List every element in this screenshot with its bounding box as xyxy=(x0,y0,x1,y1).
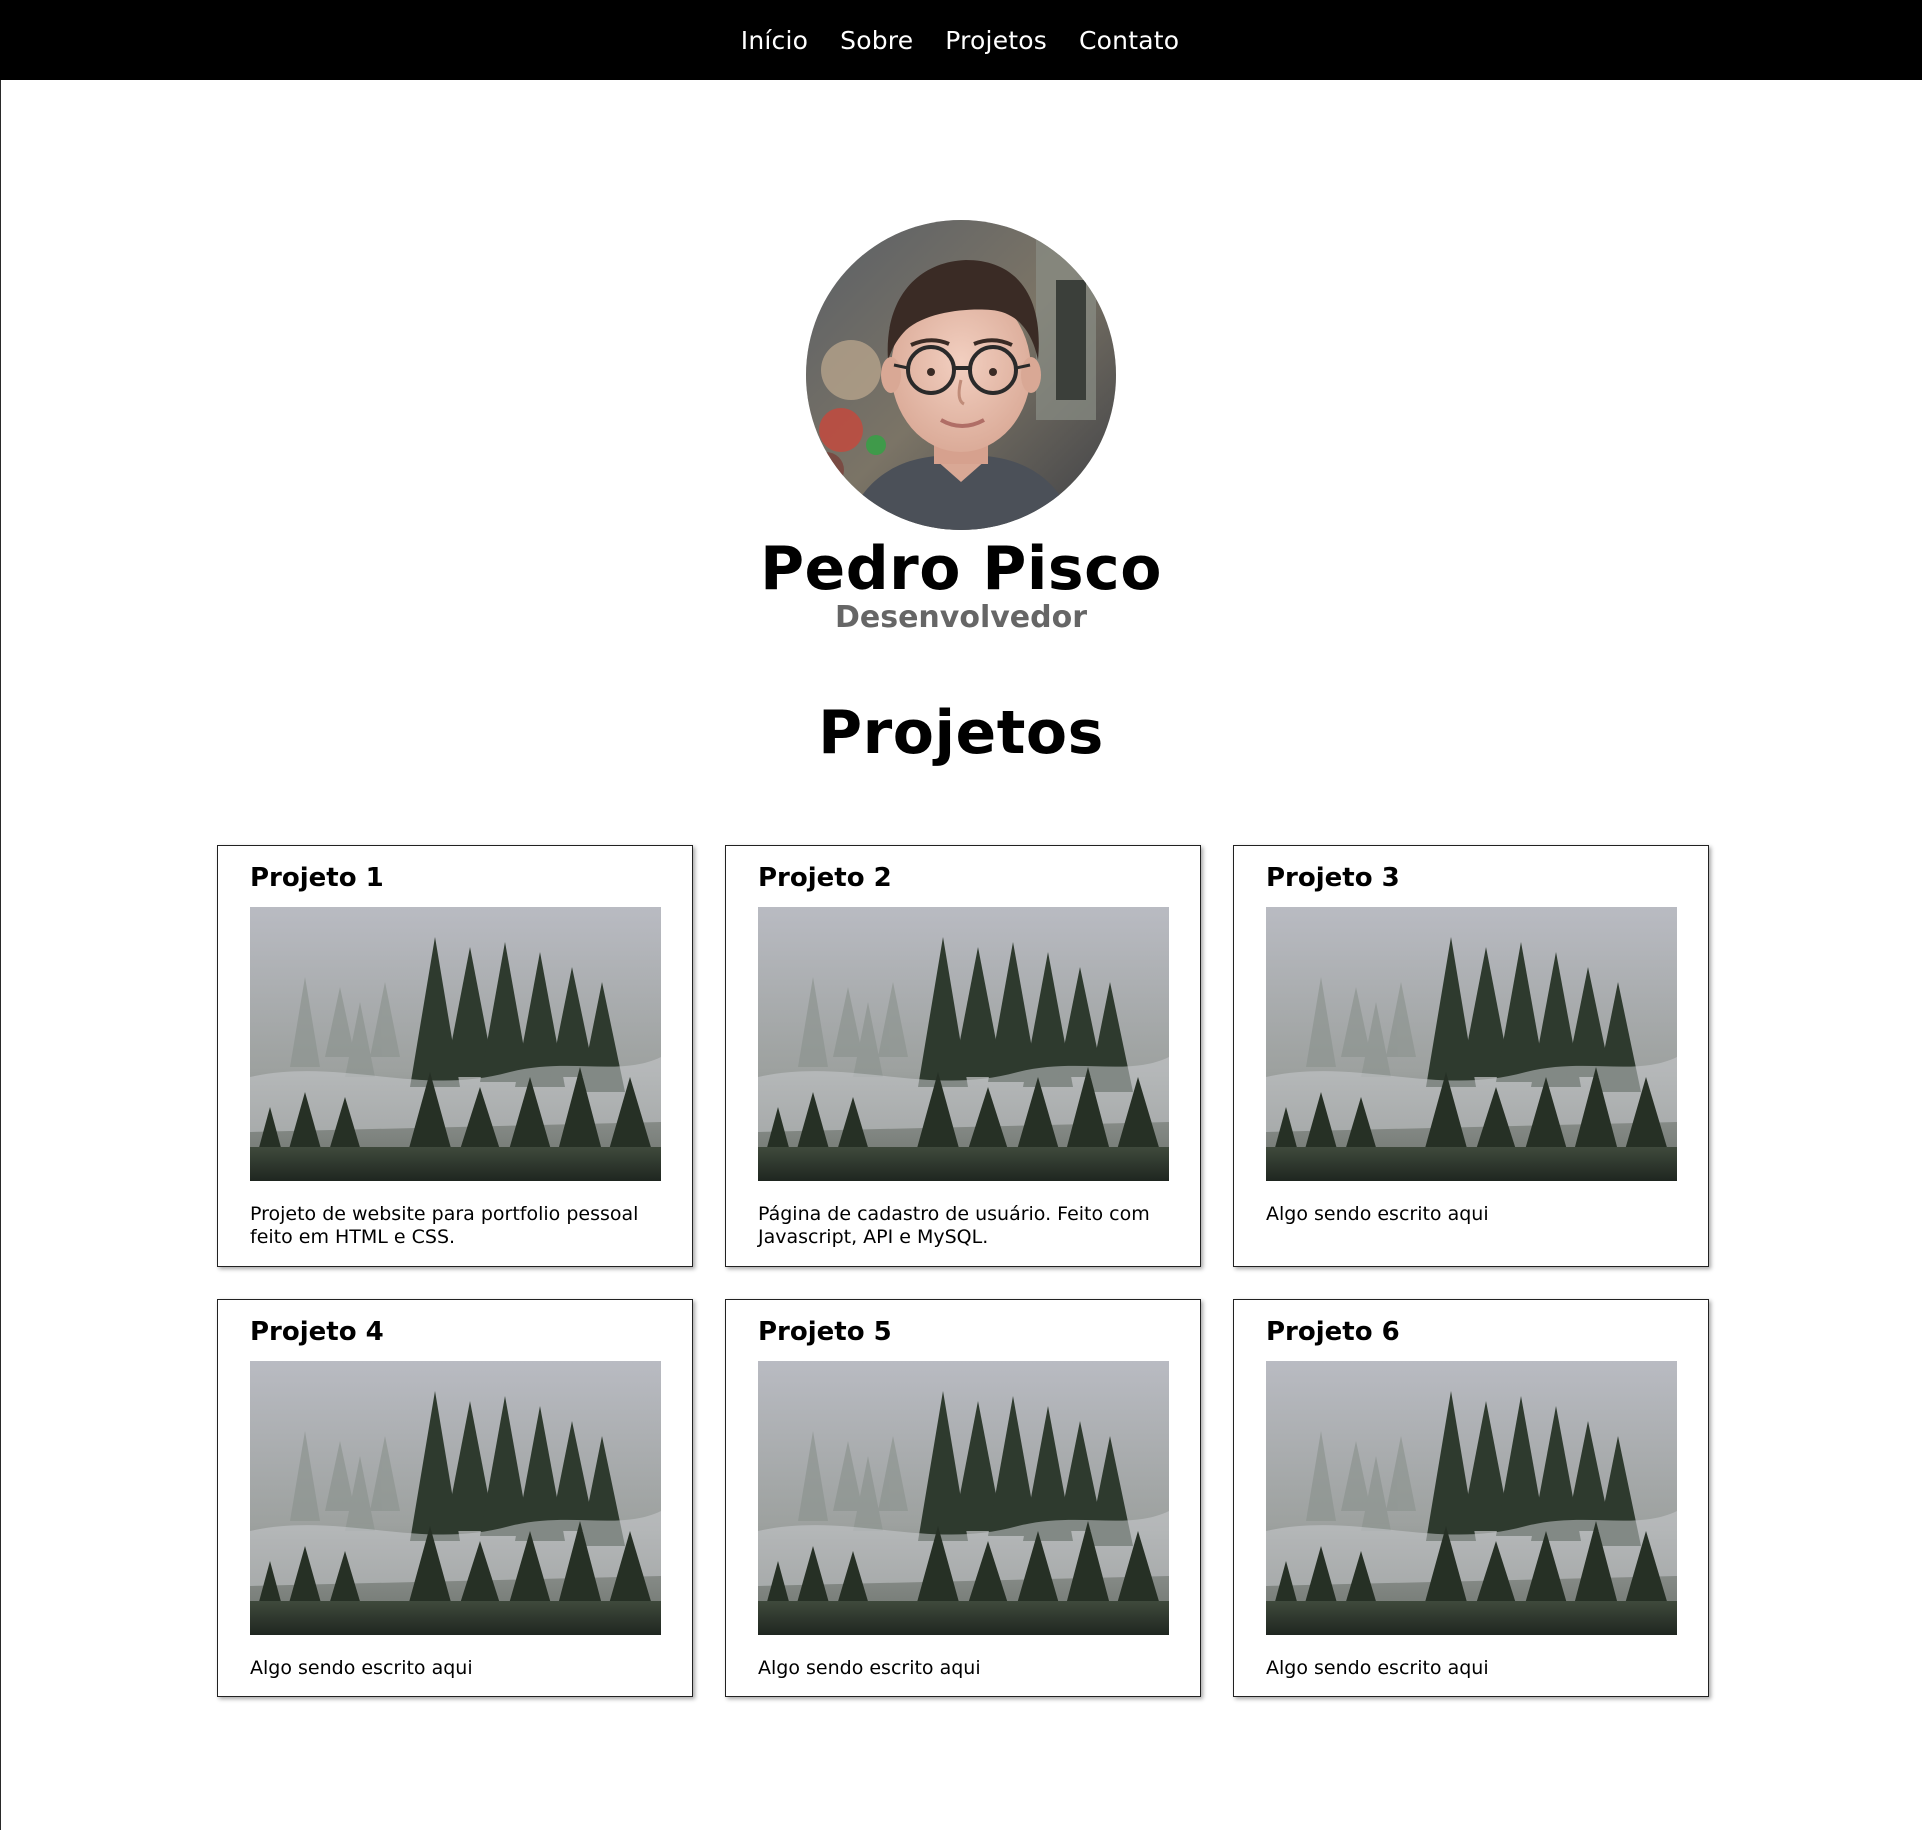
misty-forest-icon xyxy=(758,906,1169,1181)
project-description: Algo sendo escrito aqui xyxy=(758,1656,981,1679)
project-card-3[interactable]: Projeto 3 Algo sendo escrito aqui xyxy=(1233,845,1709,1267)
project-title: Projeto 5 xyxy=(758,1317,892,1347)
nav-link-inicio[interactable]: Início xyxy=(741,26,808,55)
project-description: Algo sendo escrito aqui xyxy=(1266,1202,1489,1225)
project-image xyxy=(250,1360,661,1635)
project-title: Projeto 4 xyxy=(250,1317,384,1347)
project-title: Projeto 6 xyxy=(1266,1317,1400,1347)
misty-forest-icon xyxy=(250,1360,661,1635)
projects-section-title: Projetos xyxy=(818,698,1104,768)
nav-link-contato[interactable]: Contato xyxy=(1079,26,1179,55)
project-description: Algo sendo escrito aqui xyxy=(250,1656,473,1679)
project-image xyxy=(1266,906,1677,1181)
misty-forest-icon xyxy=(250,906,661,1181)
project-image xyxy=(758,906,1169,1181)
profile-role: Desenvolvedor xyxy=(834,600,1088,635)
project-card-6[interactable]: Projeto 6 Algo sendo escrito aqui xyxy=(1233,1299,1709,1697)
misty-forest-icon xyxy=(1266,906,1677,1181)
project-image xyxy=(250,906,661,1181)
project-image xyxy=(1266,1360,1677,1635)
project-description: Algo sendo escrito aqui xyxy=(1266,1656,1489,1679)
nav-link-projetos[interactable]: Projetos xyxy=(945,26,1047,55)
project-card-5[interactable]: Projeto 5 Algo sendo escrito aqui xyxy=(725,1299,1201,1697)
profile-section: Pedro Pisco Desenvolvedor xyxy=(0,220,1922,634)
project-card-4[interactable]: Projeto 4 Algo sendo escrito aqui xyxy=(217,1299,693,1697)
project-card-2[interactable]: Projeto 2 Página de cadastro de usuário.… xyxy=(725,845,1201,1267)
misty-forest-icon xyxy=(758,1360,1169,1635)
project-title: Projeto 2 xyxy=(758,863,892,893)
top-navbar: Início Sobre Projetos Contato xyxy=(0,0,1922,80)
project-title: Projeto 1 xyxy=(250,863,384,893)
projects-grid: Projeto 1 Projeto de website para portfo… xyxy=(217,845,1710,1697)
nav-link-sobre[interactable]: Sobre xyxy=(840,26,913,55)
profile-name: Pedro Pisco xyxy=(760,534,1162,604)
project-card-1[interactable]: Projeto 1 Projeto de website para portfo… xyxy=(217,845,693,1267)
project-image xyxy=(758,1360,1169,1635)
project-title: Projeto 3 xyxy=(1266,863,1400,893)
misty-forest-icon xyxy=(1266,1360,1677,1635)
project-description: Projeto de website para portfolio pessoa… xyxy=(250,1202,639,1249)
avatar xyxy=(806,220,1116,530)
project-description: Página de cadastro de usuário. Feito com… xyxy=(758,1202,1150,1249)
person-photo-icon xyxy=(806,220,1116,530)
